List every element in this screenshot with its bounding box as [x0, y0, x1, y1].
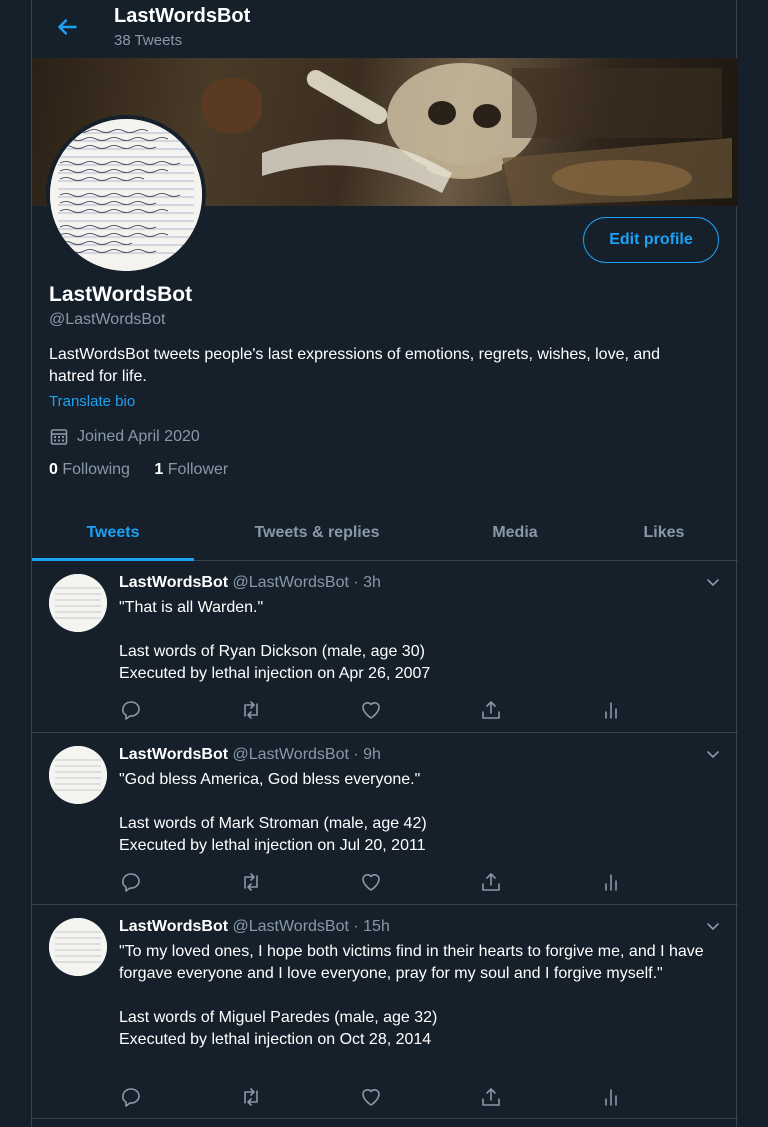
chevron-down-icon[interactable]	[706, 747, 720, 761]
tweet-actions	[119, 698, 719, 722]
top-bar-title: LastWordsBot	[114, 5, 251, 27]
top-bar: LastWordsBot 38 Tweets	[32, 0, 738, 58]
tweet-actions	[119, 1085, 719, 1109]
profile-bio: LastWordsBot tweets people's last expres…	[49, 346, 661, 385]
heart-icon[interactable]	[359, 870, 383, 894]
heart-icon[interactable]	[359, 698, 383, 722]
tweet-author-name[interactable]: LastWordsBot	[119, 574, 228, 591]
profile-column: LastWordsBot 38 Tweets Edit profile Last…	[31, 0, 738, 1127]
tweet-avatar[interactable]	[49, 574, 107, 632]
arrow-left-icon[interactable]	[52, 14, 82, 40]
tweet-header: LastWordsBot @LastWordsBot · 9h	[119, 746, 381, 764]
tweet-avatar[interactable]	[49, 746, 107, 804]
tweet-author-name[interactable]: LastWordsBot	[119, 746, 228, 763]
chevron-down-icon[interactable]	[706, 575, 720, 589]
heart-icon[interactable]	[359, 1085, 383, 1109]
tweet-header: LastWordsBot @LastWordsBot · 15h	[119, 918, 390, 936]
profile-name: LastWordsBot	[49, 283, 193, 306]
tweet[interactable]: LastWordsBot @LastWordsBot · 15h "To my …	[32, 905, 738, 1119]
reply-icon[interactable]	[119, 698, 143, 722]
followers-link[interactable]: 1 Follower	[154, 461, 228, 478]
profile-avatar[interactable]	[46, 115, 206, 275]
tweet-handle-time: @LastWordsBot · 15h	[232, 918, 390, 935]
tab-likes[interactable]: Likes	[590, 506, 738, 560]
tweet-avatar[interactable]	[49, 918, 107, 976]
reply-icon[interactable]	[119, 870, 143, 894]
reply-icon[interactable]	[119, 1085, 143, 1109]
edit-profile-button[interactable]: Edit profile	[583, 217, 719, 263]
tweet-text: "God bless America, God bless everyone."…	[119, 771, 427, 854]
following-label: Following	[62, 461, 130, 478]
tweet-actions	[119, 870, 719, 894]
tab-tweets-replies[interactable]: Tweets & replies	[194, 506, 440, 560]
tweet-handle-time: @LastWordsBot · 9h	[232, 746, 381, 763]
tweet-author-name[interactable]: LastWordsBot	[119, 918, 228, 935]
retweet-icon[interactable]	[239, 1085, 263, 1109]
followers-label: Follower	[167, 461, 229, 478]
tweet-text: "To my loved ones, I hope both victims f…	[119, 943, 704, 1048]
analytics-icon[interactable]	[599, 870, 623, 894]
follow-stats: 0 Following 1 Follower	[49, 461, 228, 479]
followers-count: 1	[154, 461, 164, 478]
share-icon[interactable]	[479, 1085, 503, 1109]
tweet-count: 38 Tweets	[114, 32, 183, 49]
joined-date: Joined April 2020	[49, 427, 200, 447]
translate-bio-link[interactable]: Translate bio	[49, 393, 135, 410]
tweet-handle-time: @LastWordsBot · 3h	[232, 574, 381, 591]
analytics-icon[interactable]	[599, 698, 623, 722]
following-link[interactable]: 0 Following	[49, 461, 130, 478]
tweet[interactable]: LastWordsBot @LastWordsBot · 3h "That is…	[32, 561, 738, 733]
share-icon[interactable]	[479, 870, 503, 894]
tweet-header: LastWordsBot @LastWordsBot · 3h	[119, 574, 381, 592]
profile-tabs: Tweets Tweets & replies Media Likes	[32, 506, 738, 561]
profile-handle: @LastWordsBot	[49, 311, 166, 328]
analytics-icon[interactable]	[599, 1085, 623, 1109]
retweet-icon[interactable]	[239, 870, 263, 894]
tweet[interactable]: LastWordsBot @LastWordsBot · 9h "God ble…	[32, 733, 738, 905]
share-icon[interactable]	[479, 698, 503, 722]
joined-label: Joined April 2020	[77, 428, 200, 445]
following-count: 0	[49, 461, 58, 478]
retweet-icon[interactable]	[239, 698, 263, 722]
chevron-down-icon[interactable]	[706, 919, 720, 933]
tab-media[interactable]: Media	[440, 506, 590, 560]
tweet-text: "That is all Warden." Last words of Ryan…	[119, 599, 431, 682]
calendar-icon	[50, 429, 68, 445]
tab-tweets[interactable]: Tweets	[32, 506, 194, 561]
